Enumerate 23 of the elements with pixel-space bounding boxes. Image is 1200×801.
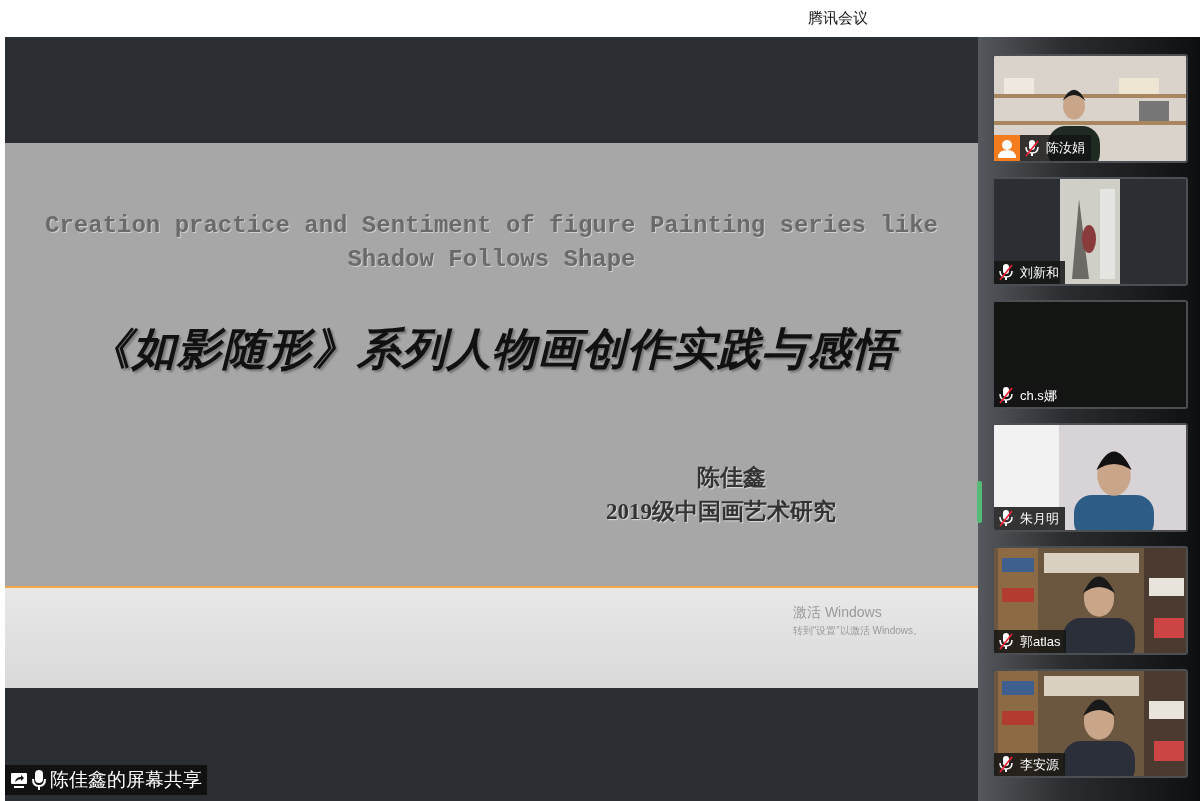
slide-title: 《如影随形》系列人物画创作实践与感悟 [5, 317, 978, 383]
video-tile[interactable]: 朱月明 [992, 423, 1188, 532]
video-tile[interactable]: 李安源 [992, 669, 1188, 778]
slide-subtitle: Creation practice and Sentiment of figure Painting series like [44, 211, 939, 241]
participant-name: 李安源 [1020, 755, 1059, 774]
author-affiliation: 2019级中国画艺术研究 [606, 498, 836, 526]
video-tile[interactable]: 郭atlas [992, 546, 1188, 655]
screen-share-icon [10, 770, 28, 789]
participant-name: 陈汝娟 [1046, 139, 1085, 158]
window-title: 腾讯会议 [808, 8, 868, 29]
share-label-text: 陈佳鑫的屏幕共享 [50, 767, 202, 792]
participant-name: 刘新和 [1020, 263, 1059, 282]
scroll-handle[interactable] [977, 481, 982, 523]
microphone-icon [32, 769, 46, 790]
author-name: 陈佳鑫 [697, 464, 766, 492]
slide-subtitle: Shadow Follows Shape [346, 245, 637, 275]
video-tile[interactable]: ch.s娜 [992, 300, 1188, 409]
participant-name: ch.s娜 [1020, 386, 1057, 405]
participant-name: 朱月明 [1020, 509, 1059, 528]
video-tile[interactable]: 刘新和 [992, 177, 1188, 286]
participant-name: 郭atlas [1020, 632, 1061, 651]
video-tile[interactable]: 陈汝娟 [992, 54, 1188, 163]
activation-heading: 激活 Windows [793, 603, 882, 622]
